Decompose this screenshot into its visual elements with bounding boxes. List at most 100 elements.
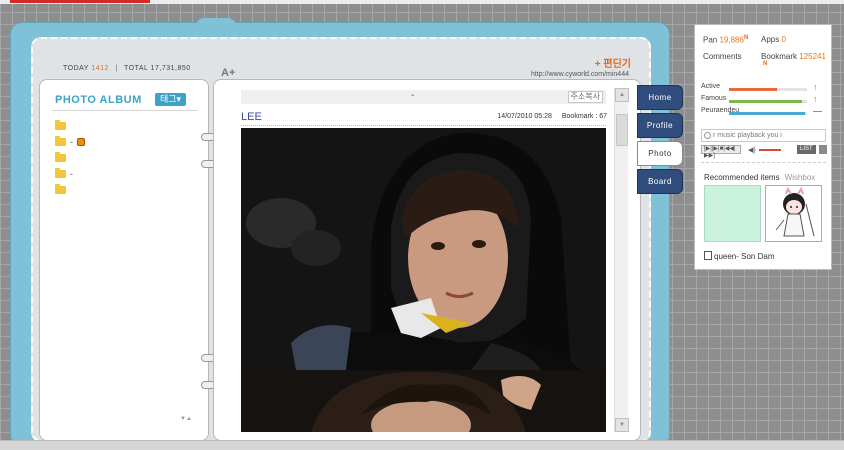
recommended-label[interactable]: Recommended items (704, 173, 780, 182)
folder-item[interactable] (55, 182, 85, 198)
content-scrollbar[interactable]: ▲ ▼ (614, 88, 629, 432)
total-value: 17,731,850 (150, 65, 191, 72)
photo-image[interactable] (241, 370, 606, 432)
post-bookmark: Bookmark : 67 (561, 113, 607, 120)
apps-label: Apps (761, 35, 780, 44)
music-search-input[interactable]: r music playback you i (701, 129, 826, 142)
profile-widget: Pan 19,886N Apps 0 Comments Bookmark 125… (694, 24, 832, 270)
photo-content-panel: - 주소복사 LEE 14/07/2010 05:28 Bookmark : 6… (213, 79, 641, 441)
folder-item[interactable] (55, 118, 85, 134)
tab-home[interactable]: Home (637, 85, 683, 110)
top-red-strip (10, 0, 150, 3)
pan-stat[interactable]: Pan 19,886N (703, 35, 748, 45)
recommended-header: Recommended items Wishbox (704, 173, 815, 182)
wishbox-link[interactable]: Wishbox (785, 173, 816, 182)
activity-bar-fill (729, 100, 802, 103)
counter-separator: | (115, 65, 118, 72)
activity-bar-row: Active (701, 83, 720, 90)
comments-label: Comments (703, 52, 742, 61)
tab-board[interactable]: Board (637, 169, 683, 194)
post-title-bar: - 주소복사 (241, 90, 606, 104)
new-badge: N (763, 61, 768, 67)
total-label: TOTAL (123, 65, 149, 72)
apps-stat[interactable]: Apps 0 (761, 35, 786, 44)
new-icon (77, 138, 85, 146)
recommended-character-image (775, 186, 815, 237)
activity-bar-fill (729, 112, 806, 115)
activity-bar-row: Famous (701, 95, 726, 102)
scroll-thumb[interactable] (616, 114, 628, 146)
activity-bar-track (729, 88, 807, 91)
album-sidebar: PHOTO ALBUM 태그▾ - - ▼▲ (39, 79, 209, 441)
player-controls[interactable]: [▶||▶|■|◀◀|▶▶] (701, 145, 741, 159)
bookmark-stat[interactable]: Bookmark 125241 (761, 52, 826, 61)
bookmark-label: Bookmark (761, 52, 798, 61)
recommended-item-name[interactable]: queen- Son Dam (704, 251, 774, 261)
recommended-item-thumb[interactable] (704, 185, 761, 242)
new-badge: N (743, 35, 749, 41)
today-label: TODAY (63, 65, 89, 72)
visitor-counter: TODAY 1412 | TOTAL 17,731,850 (63, 65, 191, 72)
music-icon (704, 132, 711, 139)
activity-bar-track (729, 100, 807, 103)
folder-list: - - (55, 118, 85, 198)
pan-label: Pan (703, 35, 718, 45)
bookmark-value: 125241 (799, 52, 826, 61)
volume-slider[interactable] (759, 149, 781, 151)
post-meta: 14/07/2010 05:28 Bookmark : 67 (489, 113, 607, 120)
post-title: - (411, 90, 415, 101)
top-browser-strip (0, 0, 844, 4)
tag-button[interactable]: 태그▾ (155, 93, 187, 106)
trend-up-icon: ↑ (813, 82, 818, 92)
frame-notch (196, 18, 236, 30)
music-placeholder: r music playback you i (713, 132, 782, 139)
font-size-button[interactable]: A+ (221, 67, 235, 79)
activity-bar-track (729, 112, 807, 115)
photo-image[interactable] (241, 128, 606, 370)
folder-item[interactable] (55, 150, 85, 166)
recommended-name: queen- Son Dam (714, 252, 775, 261)
activity-bar-label: Famous (701, 95, 727, 102)
activity-bar-fill (729, 88, 778, 91)
folder-item[interactable]: - (55, 134, 85, 150)
post-date: 14/07/2010 05:28 (497, 113, 552, 120)
folder-item[interactable]: - (55, 166, 85, 182)
tab-profile[interactable]: Profile (637, 113, 683, 138)
trend-up-icon: ↑ (813, 94, 818, 104)
scroll-down-button[interactable]: ▼ (615, 418, 629, 432)
folder-icon (55, 152, 66, 162)
folder-icon (55, 120, 66, 130)
music-player: [▶||▶|■|◀◀|▶▶] ◀) LIST (701, 145, 827, 159)
document-icon (704, 251, 712, 260)
folder-icon (55, 136, 66, 146)
homepage-url[interactable]: http://www.cyworld.com/min444 (531, 71, 629, 78)
tab-photo[interactable]: Photo (637, 141, 683, 166)
today-value: 1412 (91, 65, 109, 72)
speaker-icon[interactable]: ◀) (748, 146, 756, 154)
pan-value: 19,886 (719, 35, 744, 45)
minihompy-frame: TODAY 1412 | TOTAL 17,731,850 A+ + 편딘기 h… (10, 18, 670, 447)
copy-address-button[interactable]: 주소복사 (567, 91, 603, 103)
widget-divider (701, 162, 826, 163)
apps-value: 0 (781, 35, 786, 44)
folder-icon (55, 184, 66, 194)
photo-portrait-2 (241, 370, 606, 432)
comments-stat[interactable]: Comments (703, 52, 742, 61)
folder-scroll-arrows[interactable]: ▼▲ (180, 416, 192, 422)
player-option-icon[interactable] (819, 145, 827, 154)
photo-portrait-1 (241, 128, 606, 370)
edit-link[interactable]: + 편딘기 (595, 55, 631, 70)
album-divider (52, 110, 198, 111)
minihompy-inner: TODAY 1412 | TOTAL 17,731,850 A+ + 편딘기 h… (31, 37, 651, 442)
post-author[interactable]: LEE (241, 111, 262, 123)
folder-icon (55, 168, 66, 178)
folder-label: - (70, 137, 73, 147)
folder-label: - (70, 169, 73, 179)
scroll-up-button[interactable]: ▲ (615, 88, 629, 102)
album-title: PHOTO ALBUM (55, 94, 142, 106)
list-button[interactable]: LIST (797, 145, 816, 154)
activity-bar-label: Active (701, 83, 721, 90)
recommended-item-thumb[interactable] (765, 185, 822, 242)
post-divider (241, 125, 606, 126)
trend-flat-icon: — (813, 106, 822, 116)
